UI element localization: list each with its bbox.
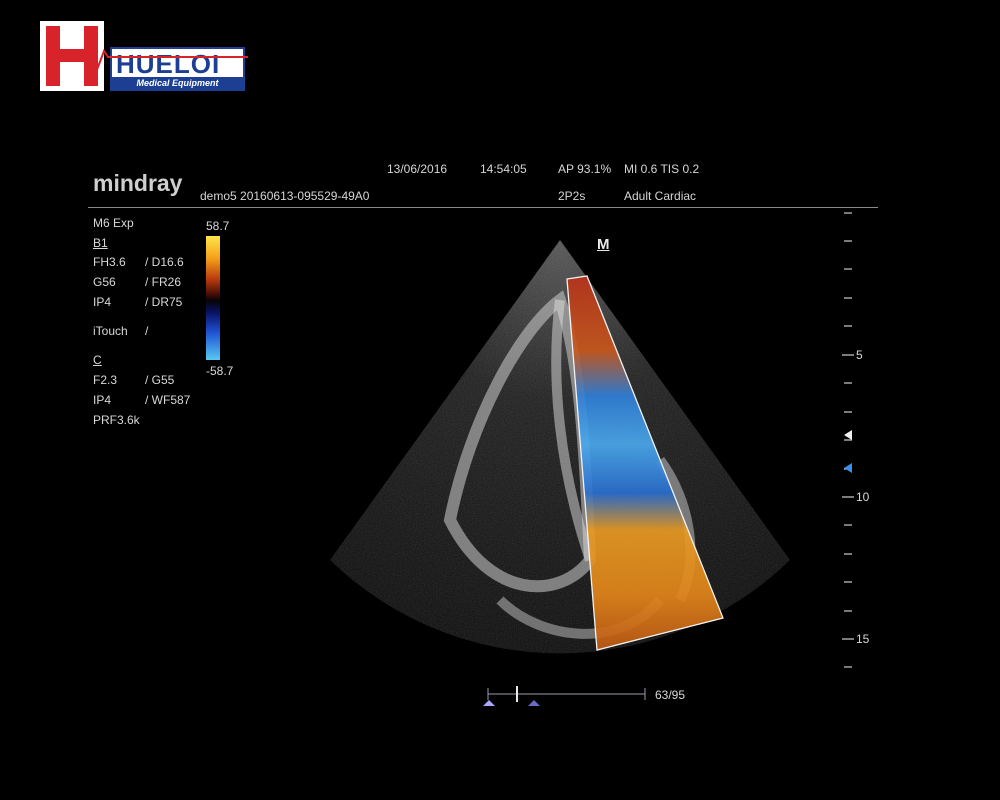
depth-ticks <box>842 212 854 668</box>
focus-marker-icon <box>844 430 852 440</box>
cine-frame-counter: 63/95 <box>655 688 686 702</box>
depth-label: 10 <box>856 490 870 504</box>
cine-start-marker-icon <box>483 700 495 706</box>
depth-label: 5 <box>856 348 863 362</box>
depth-scale <box>842 212 854 668</box>
m-line-marker: M <box>597 236 610 253</box>
depth-label: 15 <box>856 632 870 646</box>
focus-marker-icon <box>844 463 852 473</box>
cine-end-marker-icon <box>528 700 540 706</box>
cine-scrollbar[interactable] <box>480 682 650 712</box>
